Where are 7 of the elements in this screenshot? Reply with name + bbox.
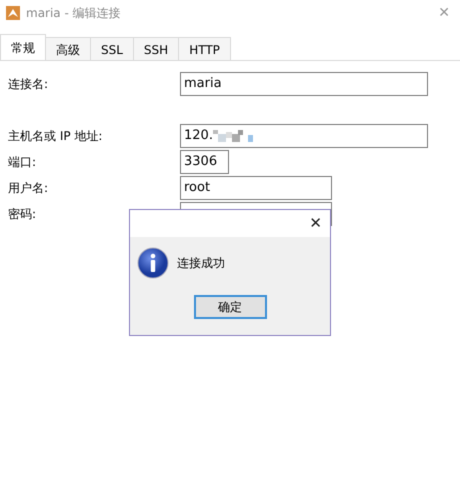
- field-label: 连接名:: [8, 76, 50, 93]
- field-label: 端口:: [8, 154, 38, 171]
- window-title: maria - 编辑连接: [26, 5, 121, 22]
- message-text: 连接成功: [177, 255, 225, 272]
- field-label: 密码:: [8, 206, 38, 223]
- field-label: 用户名:: [8, 180, 50, 197]
- field-label: 主机名或 IP 地址:: [8, 128, 104, 145]
